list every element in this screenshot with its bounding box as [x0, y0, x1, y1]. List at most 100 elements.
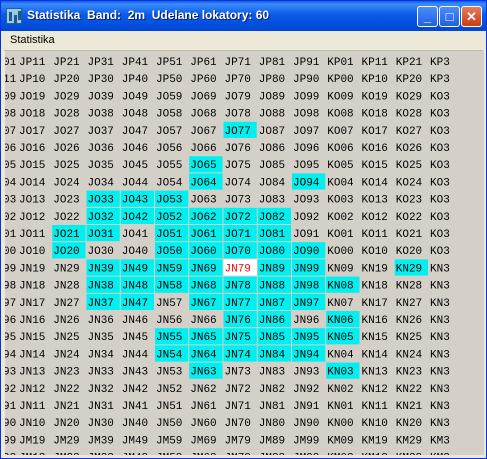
grid-edge-label: 08 [5, 109, 16, 121]
locator-label-jn13: JN13 [19, 367, 45, 379]
grid-edge-label: 04 [5, 177, 17, 189]
locator-label-ko19: KO19 [362, 91, 388, 103]
locator-label-ko3: KO3 [430, 91, 450, 103]
locator-label-ko25: KO25 [396, 160, 422, 172]
locator-label-jo91: JO91 [293, 229, 320, 241]
locator-label-jm49: JM49 [122, 435, 148, 447]
locator-label-jn29: JN29 [53, 263, 79, 275]
locator-label-jo97: JO97 [293, 126, 319, 138]
locator-label-kn01: KN01 [327, 401, 354, 413]
locator-label-jn46: JN46 [122, 315, 148, 327]
locator-label-jn68: JN68 [190, 281, 216, 293]
locator-label-jo25: JO25 [53, 160, 79, 172]
locator-label-kn10: KN10 [362, 418, 388, 430]
maximize-button[interactable]: □ [439, 6, 460, 27]
locator-label-jn18: JN18 [19, 281, 45, 293]
locator-label-jo47: JO47 [122, 126, 148, 138]
close-button[interactable]: ✕ [461, 6, 482, 27]
app-grid-icon[interactable] [6, 8, 22, 24]
locator-label-ko28: KO28 [396, 109, 422, 121]
locator-label-kp00: KP00 [327, 74, 353, 86]
locator-label-ko3: KO3 [430, 126, 450, 138]
locator-label-jn97: JN97 [293, 298, 319, 310]
locator-label-kn12: KN12 [362, 384, 388, 396]
locator-label-jn34: JN34 [88, 349, 115, 361]
locator-label-jn49: JN49 [122, 263, 148, 275]
locator-label-jn75: JN75 [225, 332, 251, 344]
locator-label-jm38: JM38 [88, 453, 114, 455]
locator-label-ko23: KO23 [396, 195, 422, 207]
locator-label-jn24: JN24 [53, 349, 80, 361]
locator-label-jo83: JO83 [259, 195, 285, 207]
locator-label-jn77: JN77 [225, 298, 251, 310]
grid-edge-label: 98 [5, 281, 16, 293]
locator-label-jo19: JO19 [19, 91, 45, 103]
locator-label-ko3: KO3 [430, 195, 450, 207]
locator-label-km29: KM29 [396, 435, 422, 447]
locator-label-jo65: JO65 [190, 160, 216, 172]
locator-label-jn61: JN61 [190, 401, 217, 413]
locator-label-jp50: JP50 [156, 74, 182, 86]
locator-label-jo69: JO69 [190, 91, 216, 103]
locator-label-jo21: JO21 [53, 229, 80, 241]
locator-label-jn64: JN64 [190, 349, 217, 361]
locator-label-jm58: JM58 [156, 453, 182, 455]
grid-edge-label: 91 [5, 401, 17, 413]
locator-label-jo29: JO29 [53, 91, 79, 103]
locator-label-jn69: JN69 [190, 263, 216, 275]
locator-label-kn24: KN24 [396, 349, 423, 361]
locator-label-jn31: JN31 [88, 401, 115, 413]
locator-label-ko17: KO17 [362, 126, 388, 138]
locator-label-jp61: JP61 [190, 57, 217, 69]
locator-label-jm19: JM19 [19, 435, 45, 447]
menu-statistika[interactable]: Statistika [10, 34, 55, 46]
locator-label-jo96: JO96 [293, 143, 319, 155]
locator-label-jo30: JO30 [88, 246, 114, 258]
locator-label-kn3: KN3 [430, 332, 450, 344]
statistika-window: Statistika Band: 2m Udelane lokatory: 60… [0, 0, 487, 459]
locator-label-jn17: JN17 [19, 298, 45, 310]
locator-label-kn3: KN3 [430, 418, 450, 430]
locator-label-jo98: JO98 [293, 109, 319, 121]
locator-label-jm39: JM39 [88, 435, 114, 447]
locator-label-jn27: JN27 [53, 298, 79, 310]
locator-label-jo24: JO24 [53, 177, 80, 189]
grid-edge-label: 01 [5, 57, 17, 69]
locator-label-jo55: JO55 [156, 160, 182, 172]
locator-label-jn21: JN21 [53, 401, 80, 413]
grid-edge-label: 11 [5, 74, 17, 86]
locator-label-jo13: JO13 [19, 195, 45, 207]
minimize-button[interactable]: _ [417, 6, 438, 27]
locator-label-jo46: JO46 [122, 143, 148, 155]
locator-label-jp40: JP40 [122, 74, 148, 86]
locator-label-ko24: KO24 [396, 177, 423, 189]
locator-label-jp60: JP60 [190, 74, 216, 86]
locator-label-jp81: JP81 [259, 57, 286, 69]
locator-label-jo18: JO18 [19, 109, 45, 121]
locator-label-jn33: JN33 [88, 367, 114, 379]
locator-label-jn82: JN82 [259, 384, 285, 396]
locator-label-kn22: KN22 [396, 384, 422, 396]
grid-edge-label: 99 [5, 435, 16, 447]
locator-label-jp10: JP10 [19, 74, 45, 86]
locator-label-kn16: KN16 [362, 315, 388, 327]
locator-label-jm88: JM88 [259, 453, 285, 455]
locator-label-jp51: JP51 [156, 57, 183, 69]
locator-label-jn99: JN99 [293, 263, 319, 275]
locator-label-ko06: KO06 [327, 143, 353, 155]
locator-label-kn08: KN08 [327, 281, 353, 293]
locator-label-kn25: KN25 [396, 332, 422, 344]
locator-label-kn06: KN06 [327, 315, 353, 327]
locator-label-kn3: KN3 [430, 367, 450, 379]
locator-label-jo37: JO37 [88, 126, 114, 138]
locator-label-ko3: KO3 [430, 212, 450, 224]
locator-label-jo77: JO77 [225, 126, 251, 138]
title-bar[interactable]: Statistika Band: 2m Udelane lokatory: 60… [1, 1, 486, 31]
locator-label-jo66: JO66 [190, 143, 216, 155]
locator-label-jo81: JO81 [259, 229, 286, 241]
locator-label-jm89: JM89 [259, 435, 285, 447]
locator-label-jp20: JP20 [53, 74, 79, 86]
locator-label-jn65: JN65 [190, 332, 216, 344]
locator-label-kn3: KN3 [430, 349, 450, 361]
locator-label-jm68: JM68 [190, 453, 216, 455]
